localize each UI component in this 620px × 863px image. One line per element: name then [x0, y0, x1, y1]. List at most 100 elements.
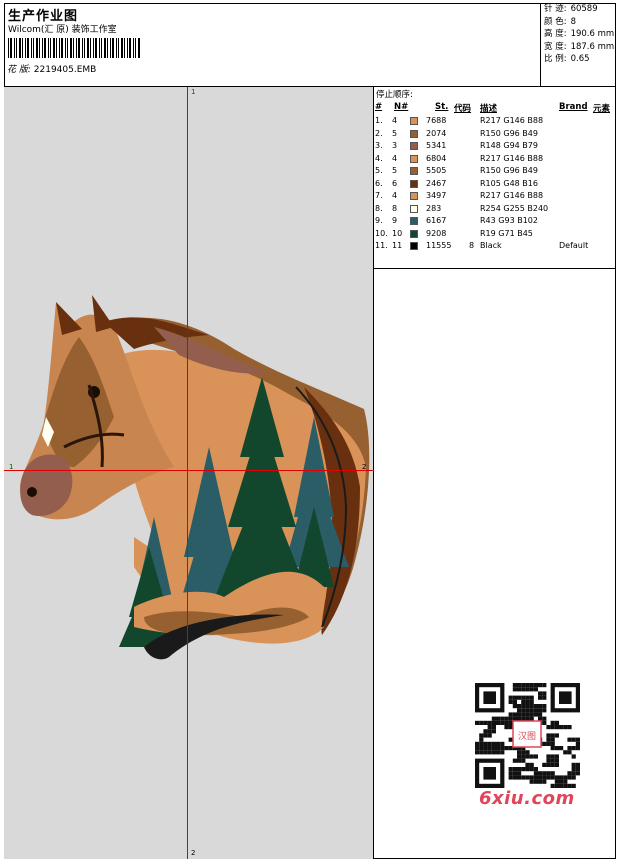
cell-n: 4: [392, 191, 398, 200]
table-divider: [374, 268, 616, 269]
barcode: [8, 38, 140, 58]
info-label: 比 例:: [544, 54, 567, 64]
header: 生产作业图 Wilcom(汇 原) 装饰工作室 花 版: 2219405.EMB…: [4, 3, 616, 87]
qr-code: 汉图: [471, 681, 585, 791]
color-swatch: [410, 204, 418, 213]
cell-st: 7688: [426, 116, 447, 125]
cell-desc: R254 G255 B240: [480, 203, 549, 213]
horse-embroidery-image: [20, 295, 370, 660]
cell-n: 4: [392, 116, 398, 125]
info-value: 187.6 mm: [570, 41, 615, 52]
info-value: 8: [570, 16, 576, 27]
cell-st: 283: [426, 203, 442, 213]
info-label: 宽 度:: [544, 41, 567, 52]
cell-n: 10: [392, 228, 403, 238]
table-row: 5. 5 5505 R150 G96 B49: [374, 166, 616, 179]
marker-top: 1: [191, 88, 196, 96]
watermark-site: 6xiu.com: [479, 788, 575, 809]
table-row: 2. 5 2074 R150 G96 B49: [374, 129, 616, 142]
cell-desc: Black: [480, 241, 502, 250]
info-label: 颜 色:: [544, 16, 567, 27]
cell-code: 8: [469, 241, 475, 250]
col-hash: #: [375, 102, 383, 112]
cell-st: 11555: [426, 241, 452, 250]
info-row: 比 例: 0.65: [544, 53, 616, 66]
info-label: 针 迹:: [544, 4, 567, 14]
company-name: Wilcom(汇 原) 装饰工作室: [8, 25, 117, 35]
table-row: 6. 6 2467 R105 G48 B16: [374, 179, 616, 192]
cell-st: 6804: [426, 153, 447, 163]
cell-st: 3497: [426, 191, 447, 200]
table-row: 3. 3 5341 R148 G94 B79: [374, 141, 616, 154]
cell-desc: R217 G146 B88: [480, 116, 544, 125]
cell-desc: R150 G96 B49: [480, 166, 538, 175]
color-swatch: [410, 242, 418, 250]
table-row: 8. 8 283 R254 G255 B240: [374, 204, 616, 217]
cell-st: 2467: [426, 178, 447, 188]
design-label: 花 版:: [7, 65, 31, 75]
stop-sequence-title: 停止顺序:: [376, 90, 413, 100]
marker-right: 2: [362, 463, 367, 471]
cell-brand: Default: [559, 241, 589, 250]
info-row: 宽 度: 187.6 mm: [544, 41, 616, 54]
table-row: 9. 9 6167 R43 G93 B102: [374, 216, 616, 229]
cell-n: 8: [392, 203, 398, 213]
table-row: 1. 4 7688 R217 G146 B88: [374, 116, 616, 129]
table-row: 4. 4 6804 R217 G146 B88: [374, 154, 616, 167]
horizontal-crosshair: [4, 470, 374, 471]
marker-left: 1: [9, 463, 14, 471]
color-swatch: [410, 117, 418, 125]
cell-num: 8.: [375, 203, 383, 213]
cell-num: 6.: [375, 178, 383, 188]
qr-stamp: 汉图: [518, 731, 536, 742]
col-st: St.: [435, 102, 449, 112]
info-value: 190.6 mm: [570, 29, 615, 39]
cell-desc: R217 G146 B88: [480, 191, 544, 200]
color-swatch: [410, 167, 418, 175]
col-desc: 描述: [480, 104, 498, 114]
col-n: N#: [394, 102, 409, 112]
table-row: 11. 11 11555 8 Black Default: [374, 241, 616, 254]
cell-num: 3.: [375, 141, 383, 150]
table-row: 10. 10 9208 R19 G71 B45: [374, 229, 616, 242]
color-swatch: [410, 229, 418, 238]
marker-bottom: 2: [191, 849, 196, 857]
cell-st: 9208: [426, 228, 447, 238]
cell-num: 10.: [375, 228, 388, 238]
color-swatch: [410, 142, 418, 150]
cell-n: 9: [392, 216, 398, 225]
table-row: 7. 4 3497 R217 G146 B88: [374, 191, 616, 204]
cell-num: 5.: [375, 166, 383, 175]
cell-num: 4.: [375, 153, 383, 163]
col-brand: Brand: [559, 102, 588, 112]
color-swatch: [410, 192, 418, 200]
cell-n: 4: [392, 153, 398, 163]
col-element: 元素: [593, 104, 611, 114]
stop-sequence-table: 1. 4 7688 R217 G146 B88 2. 5 2074 R150 G96 B49 3…: [374, 116, 616, 254]
cell-n: 11: [392, 241, 403, 250]
cell-desc: R148 G94 B79: [480, 141, 538, 150]
cell-st: 5505: [426, 166, 447, 175]
design-file: 花 版: 2219405.EMB: [7, 62, 96, 75]
cell-n: 3: [392, 141, 398, 150]
info-value: 0.65: [570, 54, 590, 64]
cell-num: 7.: [375, 191, 383, 200]
design-preview: [4, 87, 374, 859]
cell-num: 1.: [375, 116, 383, 125]
cell-desc: R150 G96 B49: [480, 128, 538, 138]
info-row: 颜 色: 8: [544, 16, 616, 29]
info-row: 高 度: 190.6 mm: [544, 28, 616, 41]
info-row: 针 迹: 60589: [544, 3, 616, 16]
cell-n: 5: [392, 128, 398, 138]
color-swatch: [410, 129, 418, 138]
design-value: 2219405.EMB: [33, 65, 97, 75]
cell-st: 2074: [426, 128, 447, 138]
design-info-panel: 针 迹: 60589 颜 色: 8 高 度: 190.6 mm 宽 度: 187.6 mm 比 …: [540, 3, 616, 87]
info-label: 高 度:: [544, 29, 567, 39]
vertical-crosshair: [187, 87, 188, 859]
col-code: 代码: [454, 104, 472, 114]
cell-n: 6: [392, 178, 398, 188]
cell-desc: R105 G48 B16: [480, 178, 538, 188]
color-swatch: [410, 154, 418, 163]
cell-n: 5: [392, 166, 398, 175]
